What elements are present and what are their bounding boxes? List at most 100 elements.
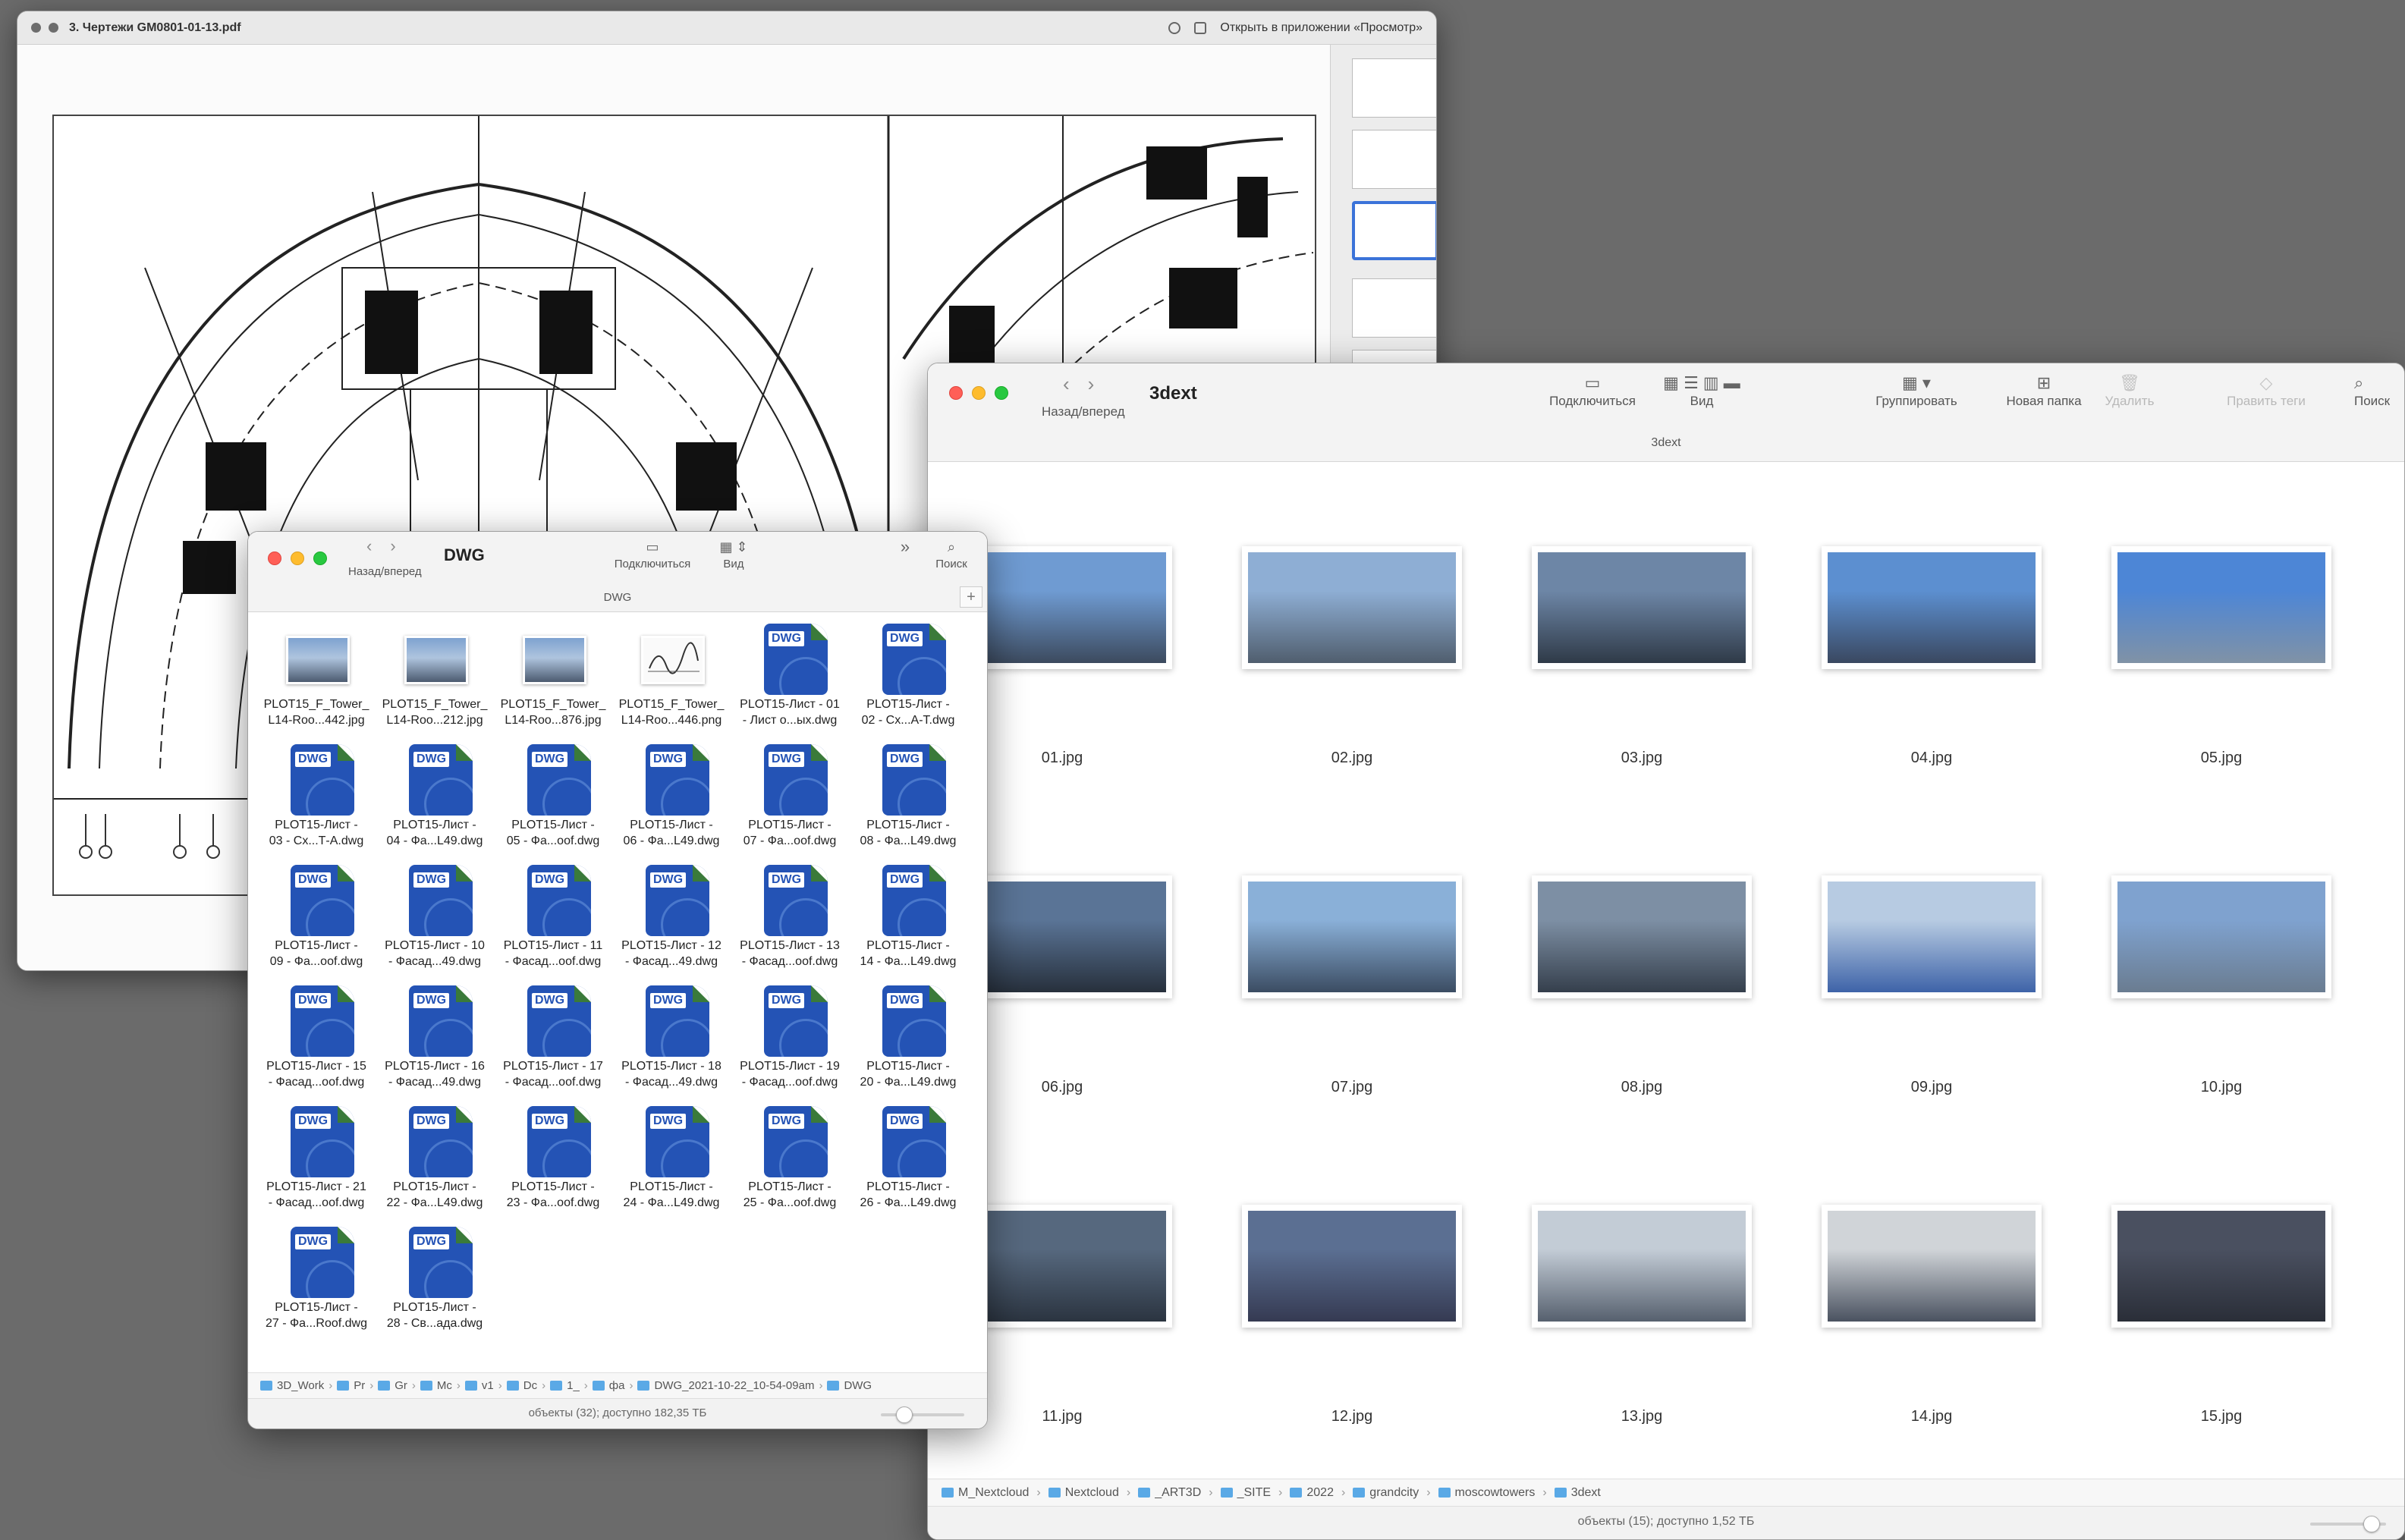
file-name-label[interactable]: 13.jpg: [1532, 1408, 1752, 1425]
file-thumbnail[interactable]: [1242, 875, 1462, 998]
file-thumbnail[interactable]: [1242, 1205, 1462, 1328]
breadcrumb-item[interactable]: grandcity ›: [1353, 1486, 1438, 1500]
open-in-preview-button[interactable]: Открыть в приложении «Просмотр»: [1220, 21, 1423, 35]
dwg-file-icon[interactable]: DWG: [755, 744, 828, 816]
close-button[interactable]: [268, 552, 281, 565]
dwg-file-icon[interactable]: DWG: [518, 1106, 591, 1177]
file-name-label[interactable]: 15.jpg: [2111, 1408, 2331, 1425]
slider-knob[interactable]: [896, 1406, 913, 1423]
dwg-file-icon[interactable]: DWG: [873, 865, 946, 936]
file-name-label[interactable]: 05.jpg: [2111, 750, 2331, 767]
dwg-file-icon[interactable]: DWG: [281, 1227, 354, 1298]
dwg-file-icon[interactable]: DWG: [400, 1227, 473, 1298]
add-tab-button[interactable]: +: [960, 586, 982, 608]
view-button[interactable]: ▦ ☰ ▥ ▬ Вид: [1641, 372, 1762, 409]
file-name-label[interactable]: PLOT15-Лист - 13- Фасад...oof.dwg: [731, 938, 849, 970]
icon-size-slider[interactable]: [2310, 1516, 2386, 1532]
file-name-label[interactable]: 03.jpg: [1532, 750, 1752, 767]
file-name-label[interactable]: PLOT15-Лист -04 - Фа...L49.dwg: [376, 817, 494, 849]
edit-tags-button[interactable]: ◇ Править теги: [2213, 372, 2319, 409]
file-name-label[interactable]: 08.jpg: [1532, 1079, 1752, 1096]
dwg-file-icon[interactable]: DWG: [873, 744, 946, 816]
fullscreen-icon[interactable]: [49, 23, 58, 33]
file-name-label[interactable]: PLOT15-Лист -08 - Фа...L49.dwg: [849, 817, 967, 849]
dwg-file-icon[interactable]: DWG: [873, 624, 946, 695]
page-thumbnail-selected[interactable]: [1352, 201, 1436, 260]
file-name-label[interactable]: PLOT15-Лист -24 - Фа...L49.dwg: [612, 1179, 731, 1211]
file-name-label[interactable]: PLOT15-Лист -25 - Фа...oof.dwg: [731, 1179, 849, 1211]
file-name-label[interactable]: 09.jpg: [1822, 1079, 2042, 1096]
file-name-label[interactable]: 04.jpg: [1822, 750, 2042, 767]
more-tools-button[interactable]: »: [890, 536, 920, 558]
breadcrumb-item[interactable]: v1 ›: [464, 1379, 507, 1392]
file-name-label[interactable]: PLOT15-Лист -14 - Фа...L49.dwg: [849, 938, 967, 970]
delete-button[interactable]: 🗑 Удалить: [2092, 372, 2168, 409]
breadcrumb-item[interactable]: _ART3D ›: [1138, 1486, 1220, 1500]
file-name-label[interactable]: PLOT15-Лист - 10- Фасад...49.dwg: [376, 938, 494, 970]
file-name-label[interactable]: PLOT15-Лист -20 - Фа...L49.dwg: [849, 1058, 967, 1090]
file-name-label[interactable]: PLOT15-Лист -27 - Фа...Roof.dwg: [257, 1300, 376, 1331]
file-thumbnail[interactable]: [2111, 1205, 2331, 1328]
file-thumbnail[interactable]: [2111, 875, 2331, 998]
image-file-icon[interactable]: [518, 624, 586, 695]
file-name-label[interactable]: PLOT15-Лист -26 - Фа...L49.dwg: [849, 1179, 967, 1211]
breadcrumb-item[interactable]: 1_ ›: [550, 1379, 593, 1392]
file-name-label[interactable]: PLOT15-Лист -22 - Фа...L49.dwg: [376, 1179, 494, 1211]
file-name-label[interactable]: PLOT15-Лист - 18- Фасад...49.dwg: [612, 1058, 731, 1090]
file-name-label[interactable]: PLOT15-Лист - 21- Фасад...oof.dwg: [257, 1179, 376, 1211]
file-name-label[interactable]: PLOT15_F_Tower_ L14-Roo...442.jpg: [257, 696, 376, 728]
file-name-label[interactable]: 12.jpg: [1242, 1408, 1462, 1425]
breadcrumb-item[interactable]: M_Nextcloud ›: [942, 1486, 1048, 1500]
dwg-file-icon[interactable]: DWG: [400, 1106, 473, 1177]
dwg-file-icon[interactable]: DWG: [400, 744, 473, 816]
file-name-label[interactable]: PLOT15-Лист - 15- Фасад...oof.dwg: [257, 1058, 376, 1090]
search-button[interactable]: ⌕ Поиск: [2354, 372, 2404, 409]
file-name-label[interactable]: PLOT15_F_Tower_ L14-Roo...446.png: [612, 696, 731, 728]
dwg-file-icon[interactable]: DWG: [755, 1106, 828, 1177]
file-name-label[interactable]: PLOT15-Лист - 11- Фасад...oof.dwg: [494, 938, 612, 970]
back-forward-arrows[interactable]: ‹›: [1063, 372, 1112, 396]
dwg-file-icon[interactable]: DWG: [281, 865, 354, 936]
file-name-label[interactable]: PLOT15_F_Tower_ L14-Roo...212.jpg: [376, 696, 494, 728]
icon-size-slider[interactable]: [881, 1406, 964, 1423]
breadcrumb-item[interactable]: Pr ›: [337, 1379, 378, 1392]
file-thumbnail[interactable]: [1822, 875, 2042, 998]
breadcrumb-item[interactable]: DWG: [827, 1379, 872, 1392]
dwg-file-icon[interactable]: DWG: [400, 985, 473, 1057]
breadcrumb-item[interactable]: Gr ›: [378, 1379, 420, 1392]
file-name-label[interactable]: PLOT15-Лист - 16- Фасад...49.dwg: [376, 1058, 494, 1090]
dwg-file-icon[interactable]: DWG: [281, 744, 354, 816]
dwg-file-icon[interactable]: DWG: [755, 865, 828, 936]
file-name-label[interactable]: PLOT15-Лист - 19- Фасад...oof.dwg: [731, 1058, 849, 1090]
dwg-file-icon[interactable]: DWG: [637, 1106, 709, 1177]
file-thumbnail[interactable]: [1532, 1205, 1752, 1328]
dwg-file-icon[interactable]: DWG: [637, 865, 709, 936]
file-name-label[interactable]: 14.jpg: [1822, 1408, 2042, 1425]
file-name-label[interactable]: PLOT15_F_Tower_ L14-Roo...876.jpg: [494, 696, 612, 728]
zoom-button[interactable]: [313, 552, 327, 565]
file-thumbnail[interactable]: [2111, 546, 2331, 669]
file-name-label[interactable]: PLOT15-Лист -09 - Фа...oof.dwg: [257, 938, 376, 970]
image-file-icon[interactable]: [400, 624, 468, 695]
file-name-label[interactable]: PLOT15-Лист - 12- Фасад...49.dwg: [612, 938, 731, 970]
file-name-label[interactable]: PLOT15-Лист -02 - Сх...А-Т.dwg: [849, 696, 967, 728]
breadcrumb-item[interactable]: фа ›: [592, 1379, 638, 1392]
page-thumbnail[interactable]: [1352, 278, 1436, 338]
breadcrumb-item[interactable]: 3dext: [1554, 1486, 1601, 1500]
file-name-label[interactable]: 02.jpg: [1242, 750, 1462, 767]
file-name-label[interactable]: PLOT15-Лист -07 - Фа...oof.dwg: [731, 817, 849, 849]
dwg-file-icon[interactable]: DWG: [873, 985, 946, 1057]
markup-icon[interactable]: [1168, 21, 1181, 34]
dwg-file-icon[interactable]: DWG: [518, 865, 591, 936]
breadcrumb-item[interactable]: moscowtowers ›: [1438, 1486, 1555, 1500]
dwg-file-icon[interactable]: DWG: [637, 744, 709, 816]
dwg-file-icon[interactable]: DWG: [281, 1106, 354, 1177]
close-button[interactable]: [949, 386, 963, 400]
image-file-icon[interactable]: [281, 624, 350, 695]
breadcrumb-item[interactable]: Mc ›: [420, 1379, 465, 1392]
breadcrumb-item[interactable]: Nextcloud ›: [1048, 1486, 1138, 1500]
connect-button[interactable]: ▭ Подключиться: [1539, 372, 1646, 409]
dwg-file-icon[interactable]: DWG: [281, 985, 354, 1057]
dwg-file-icon[interactable]: DWG: [518, 744, 591, 816]
search-button[interactable]: ⌕ Поиск: [925, 536, 978, 570]
